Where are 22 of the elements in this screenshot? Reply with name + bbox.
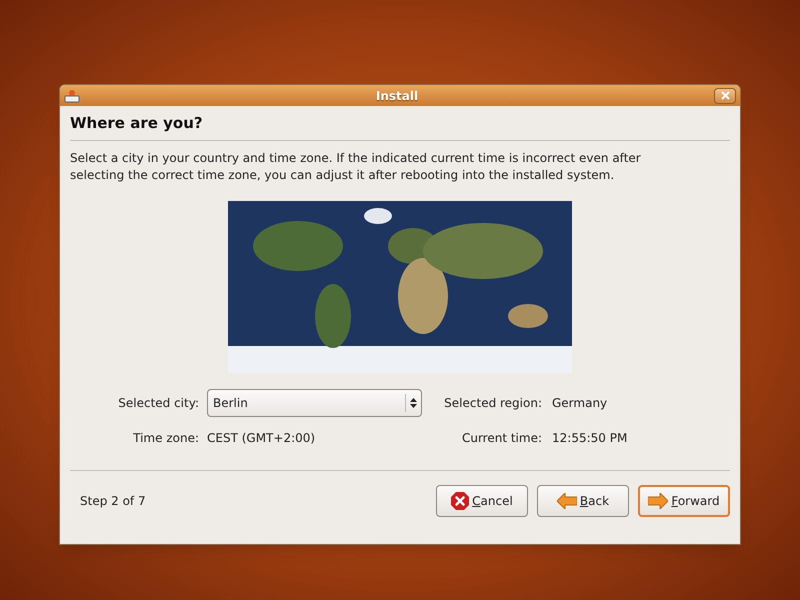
description-text: Select a city in your country and time zone. If the indicated current time is incorrect even after selecting the correct time zone, you can adjust it after rebooting into the installed system. — [70, 150, 642, 184]
cancel-icon — [451, 492, 470, 510]
cancel-button[interactable]: Cancel — [436, 484, 528, 516]
step-indicator: Step 2 of 7 — [79, 492, 147, 510]
left-arrow-icon — [556, 492, 577, 508]
right-arrow-icon — [648, 492, 668, 508]
installer-icon — [64, 88, 80, 102]
timezone-label: Time zone: — [133, 430, 200, 446]
page-heading: Where are you? — [70, 113, 204, 134]
city-dropdown[interactable]: Berlin — [207, 388, 422, 416]
region-label: Selected region: — [444, 394, 543, 412]
timezone-value: CEST (GMT+2:00) — [207, 430, 316, 446]
region-value: Germany — [552, 394, 608, 412]
back-button[interactable]: Back — [537, 484, 629, 516]
current-time-label: Current time: — [462, 430, 543, 446]
current-time-value: 12:55:50 PM — [552, 430, 628, 446]
city-label: Selected city: — [118, 394, 200, 412]
spinner-arrows-icon — [410, 396, 417, 408]
window-title: Install — [374, 88, 420, 104]
close-button[interactable] — [714, 88, 736, 104]
close-icon — [720, 91, 730, 100]
forward-button[interactable]: Forward — [638, 484, 730, 516]
